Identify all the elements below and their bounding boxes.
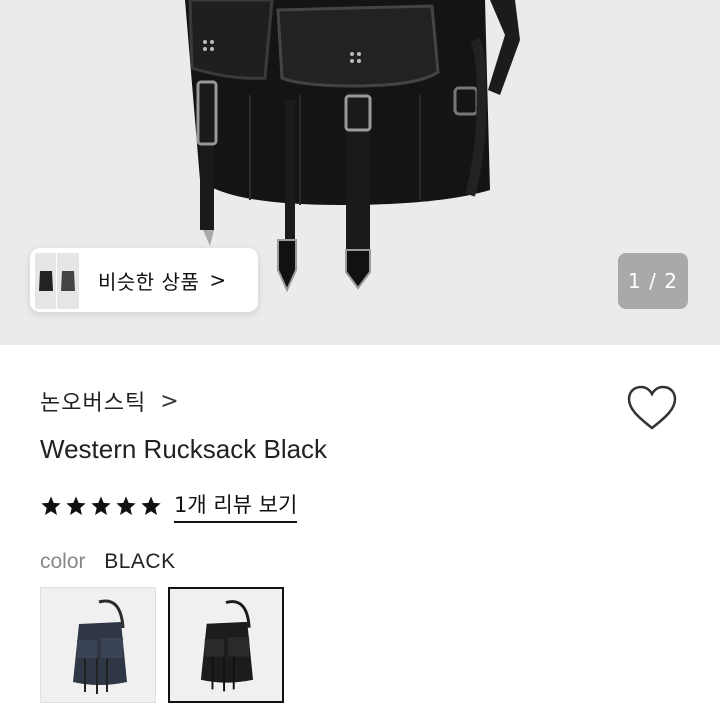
similar-thumbnail: [34, 252, 58, 310]
color-swatch-black[interactable]: [168, 587, 284, 703]
heart-icon[interactable]: [626, 384, 678, 432]
star-icon: [91, 496, 111, 515]
chevron-right-icon: >: [209, 268, 227, 292]
brand-link[interactable]: 논오버스틱 >: [40, 385, 179, 417]
similar-products-button[interactable]: 비슷한 상품 >: [30, 248, 258, 312]
product-title: Western Rucksack Black: [40, 434, 328, 464]
star-icon: [141, 496, 161, 515]
chevron-right-icon: >: [160, 388, 179, 414]
color-swatch-navy[interactable]: [40, 587, 156, 703]
star-icon: [116, 496, 136, 515]
backpack-thumbnail: [73, 599, 127, 694]
product-image-gallery[interactable]: 비슷한 상품 > 1 / 2: [0, 0, 720, 345]
image-counter: 1 / 2: [618, 253, 688, 309]
color-key: color: [40, 550, 86, 573]
rating-stars: [40, 495, 162, 517]
star-icon: [41, 496, 61, 515]
brand-name: 논오버스틱: [40, 391, 147, 416]
color-value: BLACK: [104, 550, 176, 573]
similar-products-thumbnails: [30, 248, 88, 312]
view-reviews-link[interactable]: 1개 리뷰 보기: [174, 489, 298, 523]
color-selection-label: color BLACK: [40, 549, 176, 574]
star-icon: [66, 496, 86, 515]
similar-thumbnail: [56, 252, 80, 310]
backpack-thumbnail: [200, 600, 254, 692]
similar-products-label: 비슷한 상품: [98, 269, 200, 294]
rating-row: 1개 리뷰 보기: [40, 489, 298, 523]
